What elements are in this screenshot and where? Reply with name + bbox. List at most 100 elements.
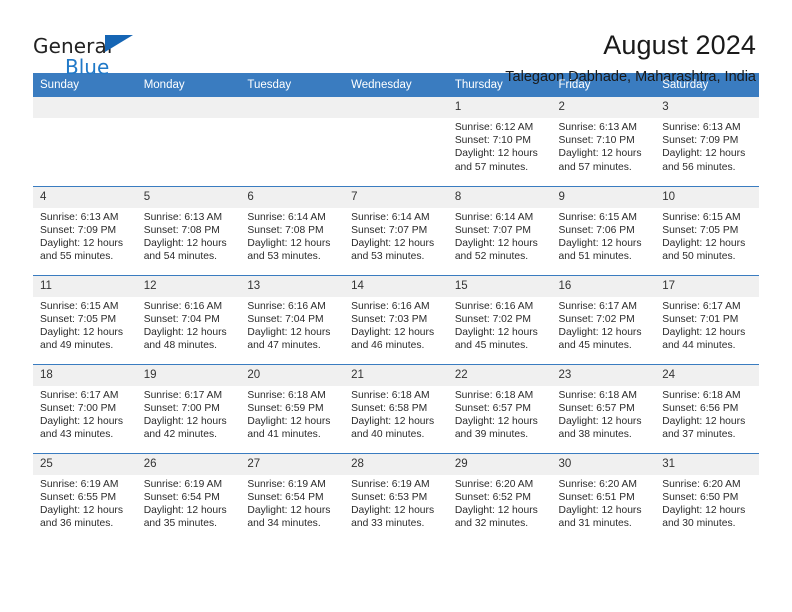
sunset-text: Sunset: 7:03 PM [351,313,428,325]
day-cell[interactable]: 29 Sunrise: 6:20 AM Sunset: 6:52 PM Dayl… [447,452,552,542]
day-cell[interactable]: 21 Sunrise: 6:18 AM Sunset: 6:58 PM Dayl… [344,363,448,453]
daylight-text-line2: and 53 minutes. [247,251,321,263]
daylight-text-line1: Daylight: 12 hours [143,237,227,249]
day-number [136,97,241,118]
daylight-text-line2: and 52 minutes. [454,251,529,263]
day-cell[interactable]: 8 Sunrise: 6:14 AM Sunset: 7:07 PM Dayli… [447,185,552,275]
sunset-text: Sunset: 6:57 PM [454,402,531,414]
sunset-text: Sunset: 7:06 PM [558,224,635,236]
day-details: Sunrise: 6:18 AM Sunset: 6:59 PM Dayligh… [240,386,344,442]
day-cell[interactable]: 23 Sunrise: 6:18 AM Sunset: 6:57 PM Dayl… [551,363,656,453]
day-cell[interactable]: 18 Sunrise: 6:17 AM Sunset: 7:00 PM Dayl… [33,363,137,453]
daylight-text-line2: and 50 minutes. [662,251,736,263]
day-cell[interactable]: 4 Sunrise: 6:13 AM Sunset: 7:09 PM Dayli… [33,185,137,275]
day-cell[interactable]: 20 Sunrise: 6:18 AM Sunset: 6:59 PM Dayl… [240,363,345,453]
daylight-text-line1: Daylight: 12 hours [454,504,538,516]
daylight-text-line1: Daylight: 12 hours [662,504,746,516]
day-cell[interactable]: 22 Sunrise: 6:18 AM Sunset: 6:57 PM Dayl… [447,363,552,453]
day-number: 7 [344,186,448,208]
sunset-text: Sunset: 7:02 PM [454,313,531,325]
day-number: 29 [447,453,552,475]
calendar-body: 1 Sunrise: 6:12 AM Sunset: 7:10 PM Dayli… [33,97,759,542]
sunrise-text: Sunrise: 6:19 AM [40,478,119,490]
daylight-text-line1: Daylight: 12 hours [351,504,435,516]
daylight-text-line1: Daylight: 12 hours [558,415,642,427]
day-cell[interactable]: 5 Sunrise: 6:13 AM Sunset: 7:08 PM Dayli… [136,185,241,275]
daylight-text-line1: Daylight: 12 hours [558,148,642,160]
day-cell[interactable]: 31 Sunrise: 6:20 AM Sunset: 6:50 PM Dayl… [655,452,759,542]
daylight-text-line1: Daylight: 12 hours [247,415,331,427]
sunrise-text: Sunrise: 6:14 AM [247,211,326,223]
day-cell[interactable]: 26 Sunrise: 6:19 AM Sunset: 6:54 PM Dayl… [136,452,241,542]
day-number: 30 [551,453,656,475]
day-cell[interactable]: 1 Sunrise: 6:12 AM Sunset: 7:10 PM Dayli… [447,97,552,186]
day-cell[interactable]: 27 Sunrise: 6:19 AM Sunset: 6:54 PM Dayl… [240,452,345,542]
day-details: Sunrise: 6:15 AM Sunset: 7:05 PM Dayligh… [655,208,759,264]
day-cell[interactable]: 17 Sunrise: 6:17 AM Sunset: 7:01 PM Dayl… [655,274,759,364]
sunset-text: Sunset: 6:55 PM [40,491,117,503]
general-blue-logo[interactable]: General Blue [33,30,153,77]
day-number: 10 [655,186,759,208]
day-cell[interactable]: 24 Sunrise: 6:18 AM Sunset: 6:56 PM Dayl… [655,363,759,453]
day-cell[interactable]: 15 Sunrise: 6:16 AM Sunset: 7:02 PM Dayl… [447,274,552,364]
daylight-text-line2: and 35 minutes. [143,518,217,530]
daylight-text-line2: and 51 minutes. [558,251,632,263]
day-cell[interactable]: 3 Sunrise: 6:13 AM Sunset: 7:09 PM Dayli… [655,97,759,186]
sunrise-text: Sunrise: 6:16 AM [454,300,534,312]
day-cell[interactable]: 30 Sunrise: 6:20 AM Sunset: 6:51 PM Dayl… [551,452,656,542]
daylight-text-line1: Daylight: 12 hours [558,326,642,338]
day-number: 6 [240,186,345,208]
day-details: Sunrise: 6:19 AM Sunset: 6:54 PM Dayligh… [137,475,241,531]
day-cell[interactable]: 2 Sunrise: 6:13 AM Sunset: 7:10 PM Dayli… [551,97,656,186]
daylight-text-line2: and 42 minutes. [143,429,217,441]
day-details: Sunrise: 6:12 AM Sunset: 7:10 PM Dayligh… [448,118,552,174]
sunset-text: Sunset: 7:09 PM [662,135,739,147]
day-cell[interactable]: 19 Sunrise: 6:17 AM Sunset: 7:00 PM Dayl… [136,363,241,453]
day-cell[interactable]: 16 Sunrise: 6:17 AM Sunset: 7:02 PM Dayl… [551,274,656,364]
sunset-text: Sunset: 6:57 PM [558,402,635,414]
day-details: Sunrise: 6:20 AM Sunset: 6:51 PM Dayligh… [552,475,656,531]
day-cell[interactable]: 28 Sunrise: 6:19 AM Sunset: 6:53 PM Dayl… [344,452,448,542]
daylight-text-line2: and 34 minutes. [247,518,321,530]
daylight-text-line1: Daylight: 12 hours [247,504,331,516]
daylight-text-line1: Daylight: 12 hours [454,237,538,249]
sunset-text: Sunset: 7:07 PM [454,224,531,236]
day-details: Sunrise: 6:20 AM Sunset: 6:50 PM Dayligh… [655,475,759,531]
day-cell[interactable]: 9 Sunrise: 6:15 AM Sunset: 7:06 PM Dayli… [551,185,656,275]
daylight-text-line1: Daylight: 12 hours [454,415,538,427]
daylight-text-line2: and 45 minutes. [558,340,632,352]
day-cell[interactable]: 12 Sunrise: 6:16 AM Sunset: 7:04 PM Dayl… [136,274,241,364]
sunset-text: Sunset: 7:08 PM [247,224,324,236]
day-details: Sunrise: 6:15 AM Sunset: 7:05 PM Dayligh… [33,297,137,353]
calendar-page: General Blue August 2024 Talegaon Dabhad… [0,0,792,612]
daylight-text-line2: and 56 minutes. [662,161,736,173]
day-cell[interactable]: 13 Sunrise: 6:16 AM Sunset: 7:04 PM Dayl… [240,274,345,364]
day-cell[interactable]: 10 Sunrise: 6:15 AM Sunset: 7:05 PM Dayl… [655,185,759,275]
daylight-text-line1: Daylight: 12 hours [558,237,642,249]
day-details: Sunrise: 6:13 AM Sunset: 7:09 PM Dayligh… [655,118,759,174]
day-cell[interactable]: 6 Sunrise: 6:14 AM Sunset: 7:08 PM Dayli… [240,185,345,275]
daylight-text-line1: Daylight: 12 hours [662,237,746,249]
day-details: Sunrise: 6:14 AM Sunset: 7:07 PM Dayligh… [344,208,448,264]
sunset-text: Sunset: 7:05 PM [40,313,117,325]
day-cell-empty [136,97,241,186]
day-cell[interactable]: 7 Sunrise: 6:14 AM Sunset: 7:07 PM Dayli… [344,185,448,275]
daylight-text-line1: Daylight: 12 hours [40,504,123,516]
sunset-text: Sunset: 7:07 PM [351,224,428,236]
sunrise-text: Sunrise: 6:18 AM [351,389,430,401]
daylight-text-line1: Daylight: 12 hours [143,504,227,516]
day-details: Sunrise: 6:17 AM Sunset: 7:00 PM Dayligh… [33,386,137,442]
day-number: 8 [447,186,552,208]
daylight-text-line2: and 47 minutes. [247,340,321,352]
sunrise-text: Sunrise: 6:17 AM [662,300,741,312]
day-cell[interactable]: 25 Sunrise: 6:19 AM Sunset: 6:55 PM Dayl… [33,452,137,542]
day-cell[interactable]: 11 Sunrise: 6:15 AM Sunset: 7:05 PM Dayl… [33,274,137,364]
sunset-text: Sunset: 6:56 PM [662,402,739,414]
day-cell[interactable]: 14 Sunrise: 6:16 AM Sunset: 7:03 PM Dayl… [344,274,448,364]
calendar-week-row: 1 Sunrise: 6:12 AM Sunset: 7:10 PM Dayli… [33,97,759,186]
day-details: Sunrise: 6:16 AM Sunset: 7:03 PM Dayligh… [344,297,448,353]
day-number: 9 [551,186,656,208]
sunrise-text: Sunrise: 6:19 AM [143,478,223,490]
sunrise-text: Sunrise: 6:14 AM [454,211,534,223]
sunrise-text: Sunrise: 6:16 AM [351,300,430,312]
